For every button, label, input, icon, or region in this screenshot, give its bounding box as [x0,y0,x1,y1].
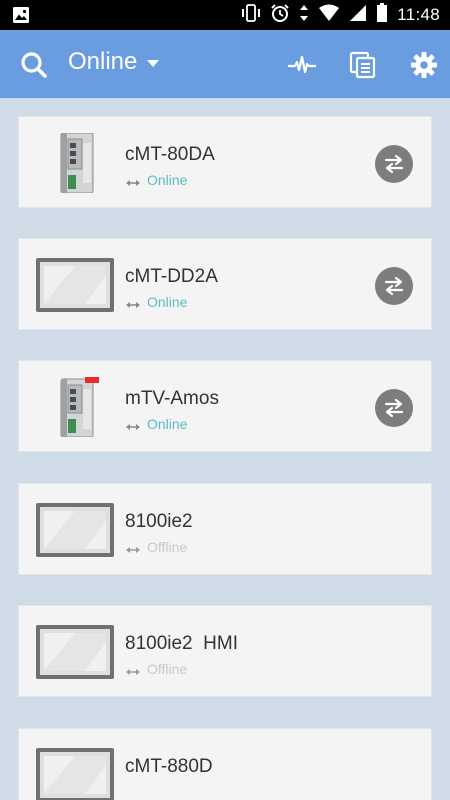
connect-button[interactable] [375,267,413,305]
link-icon [125,542,141,553]
swap-arrows-icon [384,276,404,296]
link-icon [125,297,141,308]
device-status-text: Online [147,416,188,432]
status-bar: 11:48 [0,0,450,30]
device-card[interactable]: cMT-DD2A Online [18,238,432,330]
link-icon [125,664,141,675]
link-icon [125,419,141,430]
connect-button[interactable] [375,145,413,183]
swap-arrows-icon [384,398,404,418]
search-icon[interactable] [20,51,48,79]
device-panel-icon [35,255,115,315]
device-card[interactable]: 8100ie2 HMI Offline [18,605,432,697]
link-icon [125,175,141,186]
device-status: Online [125,172,187,188]
data-arrows-icon [299,4,309,27]
device-name: mTV-Amos [125,388,219,409]
signal-icon [349,4,367,27]
pages-icon[interactable] [348,50,378,80]
device-status-text: Offline [147,661,188,677]
device-box-icon [35,373,115,438]
device-name: cMT-80DA [125,144,215,165]
device-card[interactable]: cMT-80DA Online [18,116,432,208]
device-status: Offline [125,661,187,677]
device-name: cMT-DD2A [125,266,218,287]
device-status: Online [125,416,187,432]
alarm-icon [270,3,290,28]
device-card[interactable]: 8100ie2 Offline [18,483,432,575]
status-filter-label: Online [68,48,138,75]
device-list: cMT-80DA Online cMT-DD2A Online mTV-Amos… [0,98,450,800]
device-panel-icon [35,745,115,800]
gear-icon[interactable] [409,50,439,80]
chevron-down-icon [147,59,160,67]
device-panel-icon [35,622,115,682]
device-status: Online [125,294,187,310]
device-status-text: Online [147,294,188,310]
device-name: 8100ie2 HMI [125,633,239,654]
device-status: Offline [125,539,187,555]
device-box-icon [35,132,115,194]
device-card[interactable]: mTV-Amos Online [18,360,432,452]
status-time: 11:48 [397,5,440,24]
device-name: 8100ie2 [125,511,193,532]
connect-button[interactable] [375,389,413,427]
device-panel-icon [35,500,115,560]
device-status-text: Offline [147,539,188,555]
pulse-icon[interactable] [287,50,317,80]
gallery-notification-icon [12,6,30,29]
device-name: cMT-880D [125,756,213,777]
badge-flag [85,373,99,383]
swap-arrows-icon [384,154,404,174]
vibrate-icon [241,3,261,27]
wifi-icon [318,4,340,27]
app-bar: Online [0,30,450,98]
device-card[interactable]: cMT-880D [18,728,432,800]
battery-icon [376,2,388,28]
device-status-text: Online [147,172,188,188]
status-filter-dropdown[interactable]: Online [68,48,160,76]
